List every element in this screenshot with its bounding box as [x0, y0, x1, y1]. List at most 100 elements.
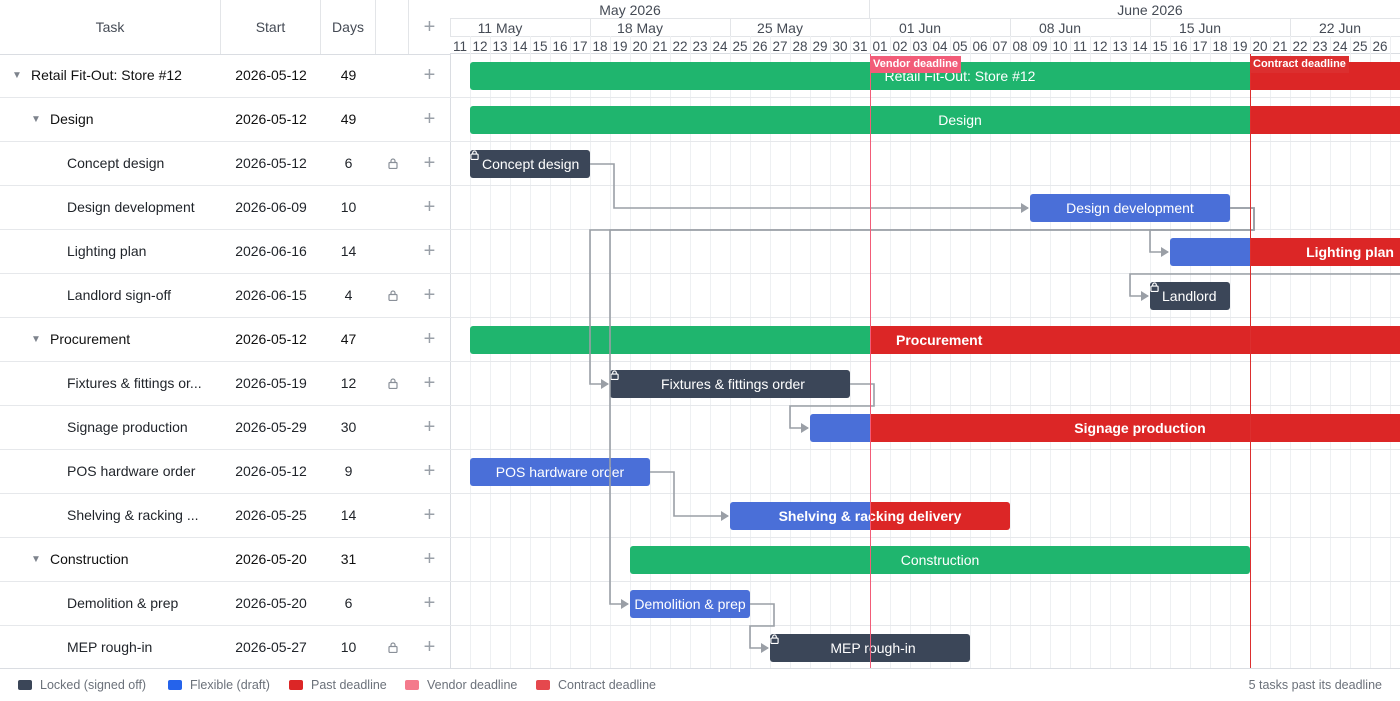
task-start: 2026-05-12 [235, 155, 307, 171]
add-task-header-button[interactable]: + [409, 0, 450, 54]
add-subtask-button[interactable]: + [409, 626, 450, 668]
deadline-flag[interactable]: Vendor deadline [870, 56, 961, 73]
task-row[interactable]: Concept design 2026-05-12 6 + [0, 142, 450, 186]
task-name[interactable]: MEP rough-in [0, 626, 218, 668]
task-name[interactable]: Landlord sign-off [0, 274, 218, 317]
task-bar-label: Construction [900, 552, 980, 568]
task-bar[interactable]: Fixtures & fittings order [610, 370, 850, 398]
add-subtask-button[interactable]: + [409, 318, 450, 361]
task-bar-label: Fixtures & fittings order [661, 376, 805, 392]
task-days: 6 [344, 155, 353, 171]
add-subtask-button[interactable]: + [409, 538, 450, 581]
column-header-start[interactable]: Start [221, 0, 321, 54]
day-label: 27 [772, 39, 787, 54]
add-subtask-button[interactable]: + [409, 450, 450, 493]
add-subtask-button[interactable]: + [409, 494, 450, 537]
task-row[interactable]: ▼ Procurement 2026-05-12 47 + [0, 318, 450, 362]
task-row[interactable]: ▼ Retail Fit-Out: Store #12 2026-05-12 49 + [0, 54, 450, 98]
task-bar[interactable]: Landlord [1150, 282, 1230, 310]
add-subtask-button[interactable]: + [409, 582, 450, 625]
add-subtask-button[interactable]: + [409, 98, 450, 141]
task-name[interactable]: Signage production [0, 406, 218, 449]
add-subtask-button[interactable]: + [409, 274, 450, 317]
task-row[interactable]: Shelving & racking ... 2026-05-25 14 + [0, 494, 450, 538]
day-label: 12 [472, 39, 487, 54]
task-days: 6 [344, 595, 353, 611]
task-bar[interactable]: Design development [1030, 194, 1230, 222]
column-header-days[interactable]: Days [321, 0, 376, 54]
task-bar-label: Signage production [1074, 420, 1206, 436]
task-bar-label: Procurement [896, 332, 983, 348]
add-subtask-button[interactable]: + [409, 142, 450, 185]
day-label: 11 [453, 39, 467, 54]
task-row[interactable]: Signage production 2026-05-29 30 + [0, 406, 450, 450]
task-bar[interactable]: Lighting plan [1170, 238, 1400, 266]
task-row[interactable]: MEP rough-in 2026-05-27 10 + [0, 626, 450, 668]
task-start: 2026-06-09 [235, 199, 307, 215]
week-label: 01 Jun [899, 20, 941, 36]
task-grid: Task Start Days + ▼ Retail Fit-Out: Store… [0, 0, 451, 668]
day-label: 28 [792, 39, 807, 54]
add-subtask-button[interactable]: + [409, 230, 450, 273]
task-name[interactable]: Design [0, 98, 218, 141]
task-days: 47 [340, 331, 357, 347]
task-row[interactable]: Demolition & prep 2026-05-20 6 + [0, 582, 450, 626]
lock-slot [376, 186, 409, 229]
task-row[interactable]: POS hardware order 2026-05-12 9 + [0, 450, 450, 494]
legend-swatch [168, 679, 182, 690]
lock-icon [376, 274, 409, 317]
task-start: 2026-05-12 [235, 67, 307, 83]
day-label: 20 [632, 39, 647, 54]
task-row[interactable]: Landlord sign-off 2026-06-15 4 + [0, 274, 450, 318]
lock-slot [376, 98, 409, 141]
task-days: 10 [340, 199, 357, 215]
task-bar[interactable]: Design [470, 106, 1400, 134]
task-bar-label: Landlord [1162, 288, 1217, 304]
legend-item: Locked (signed off) [18, 669, 146, 701]
task-bar[interactable]: Procurement [470, 326, 1400, 354]
task-row[interactable]: Fixtures & fittings or... 2026-05-19 12 + [0, 362, 450, 406]
task-bar-label: Demolition & prep [634, 596, 746, 612]
task-name[interactable]: Shelving & racking ... [0, 494, 218, 537]
task-name[interactable]: Procurement [0, 318, 218, 361]
week-label: 22 Jun [1319, 20, 1361, 36]
task-name[interactable]: Demolition & prep [0, 582, 218, 625]
task-name[interactable]: Fixtures & fittings or... [0, 362, 218, 405]
lock-slot [376, 494, 409, 537]
task-row[interactable]: ▼ Design 2026-05-12 49 + [0, 98, 450, 142]
lock-slot [376, 318, 409, 361]
task-bar[interactable]: Construction [630, 546, 1250, 574]
task-start: 2026-05-12 [235, 111, 307, 127]
month-label: May 2026 [599, 2, 661, 18]
add-subtask-button[interactable]: + [409, 54, 450, 97]
task-name[interactable]: Lighting plan [0, 230, 218, 273]
task-start: 2026-05-12 [235, 331, 307, 347]
task-start: 2026-06-16 [235, 243, 307, 259]
task-row[interactable]: Lighting plan 2026-06-16 14 + [0, 230, 450, 274]
task-bar-label: Design [938, 112, 982, 128]
add-subtask-button[interactable]: + [409, 406, 450, 449]
task-bar[interactable]: Concept design [470, 150, 590, 178]
day-label: 14 [512, 39, 528, 54]
legend-label: Vendor deadline [427, 678, 518, 692]
task-bar[interactable]: Signage production [810, 414, 1400, 442]
task-name[interactable]: Construction [0, 538, 218, 581]
task-name[interactable]: Design development [0, 186, 218, 229]
deadline-flag[interactable]: Contract deadline [1250, 56, 1349, 73]
day-label: 09 [1032, 39, 1047, 54]
task-bar[interactable]: Demolition & prep [630, 590, 750, 618]
day-label: 08 [1012, 39, 1027, 54]
task-bar[interactable]: POS hardware order [470, 458, 650, 486]
legend-label: Past deadline [311, 678, 387, 692]
task-row[interactable]: ▼ Construction 2026-05-20 31 + [0, 538, 450, 582]
task-name[interactable]: Retail Fit-Out: Store #12 [0, 54, 218, 97]
day-label: 25 [1352, 39, 1367, 54]
add-subtask-button[interactable]: + [409, 186, 450, 229]
legend-item: Flexible (draft) [168, 669, 270, 701]
task-row[interactable]: Design development 2026-06-09 10 + [0, 186, 450, 230]
add-subtask-button[interactable]: + [409, 362, 450, 405]
column-header-task[interactable]: Task [0, 0, 221, 54]
task-name[interactable]: Concept design [0, 142, 218, 185]
task-name[interactable]: POS hardware order [0, 450, 218, 493]
task-bar-label: POS hardware order [495, 464, 625, 480]
